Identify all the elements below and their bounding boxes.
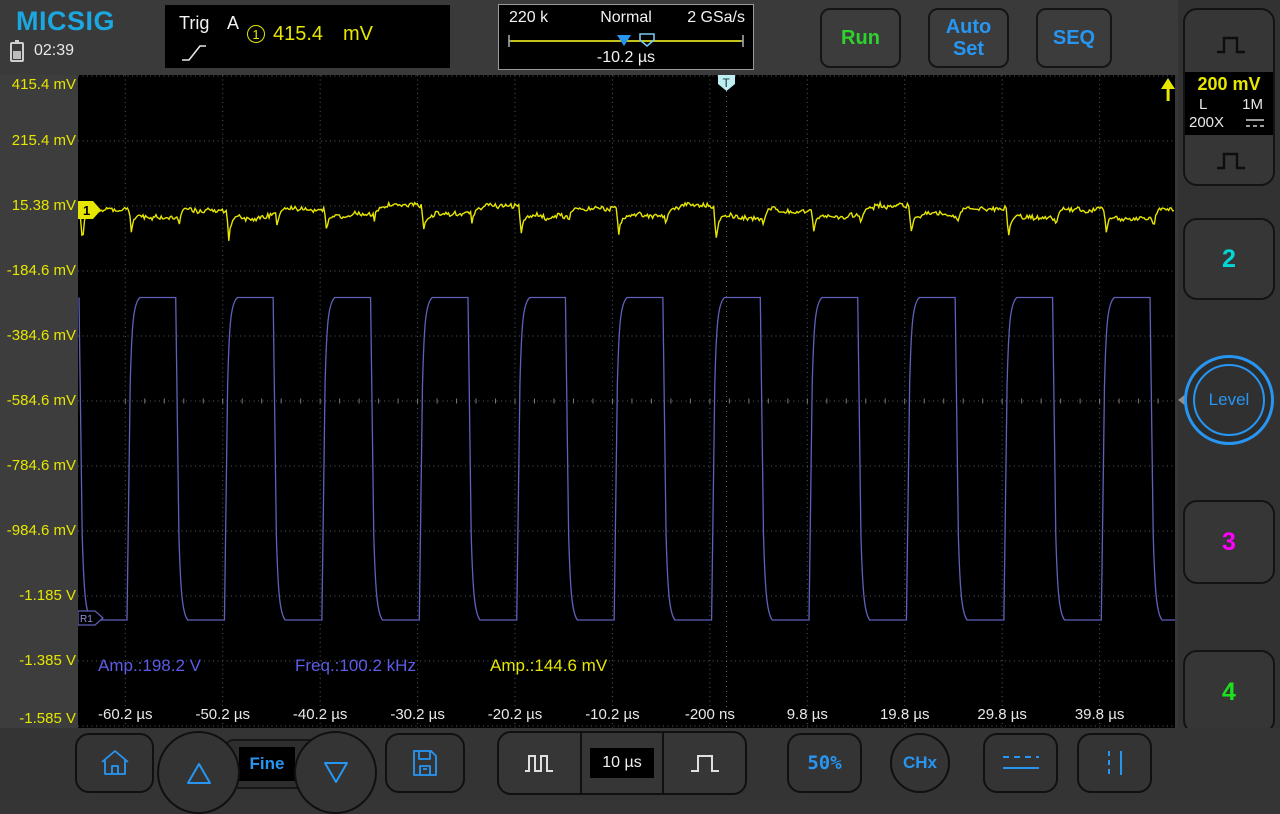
fine-mode-label[interactable]: Fine [239,747,295,781]
voltage-tick-label: -184.6 mV [6,262,76,279]
time-tick-label: -10.2 µs [585,706,640,723]
ref1-position-marker[interactable]: R1 [78,610,104,626]
voltage-tick-label: -984.6 mV [6,522,76,539]
trigger-time-marker[interactable]: T [718,75,735,91]
trigger-level: 415.4 [273,23,324,45]
voltage-tick-label: -1.185 V [19,587,76,604]
home-icon [100,750,129,775]
time-tick-label: -60.2 µs [98,706,153,723]
trigger-label: Trig [179,13,210,33]
home-button[interactable] [75,733,154,793]
triangle-up-icon [186,762,211,784]
time-tick-label: 9.8 µs [786,706,828,723]
voltage-tick-label: 15.38 mV [11,197,76,214]
pulse-icon [1217,36,1245,54]
waveform-canvas: 1 R1 T [78,75,1175,728]
channel2-button[interactable]: 2 [1183,218,1275,300]
voltage-tick-label: -784.6 mV [6,457,76,474]
fifty-percent-button[interactable]: 50% [787,733,862,793]
zoom-in-button[interactable] [662,733,745,793]
vertical-cursor-icon [1107,751,1122,775]
save-button[interactable] [385,733,465,793]
time-tick-label: 39.8 µs [1074,706,1125,723]
timebase-group: 10 µs [497,731,747,795]
horizontal-cursor-button[interactable] [983,733,1058,793]
channel1-probe-factor: 200X [1189,114,1225,131]
channel1-info-box[interactable]: 200 mV L 1M 200X [1185,72,1273,135]
sequence-button[interactable]: SEQ [1036,8,1112,68]
battery-icon [10,40,24,62]
bottom-toolbar: Fine 10 µs 50% CHx [0,728,1280,814]
voltage-tick-label: -1.585 V [19,710,76,727]
trigger-level-arrow-icon [1161,78,1175,101]
channel1-coupling: L [1199,96,1208,113]
channel-select-button[interactable]: CHx [890,733,950,793]
time-tick-label: 19.8 µs [879,706,930,723]
vertical-cursor-button[interactable] [1077,733,1152,793]
voltage-tick-label: 415.4 mV [11,76,76,93]
svg-text:R1: R1 [80,614,93,625]
top-bar: MICSIG 02:39 Trig A 1 415.4 mV 220 k Nor… [0,0,1280,75]
trigger-position-marker [639,33,655,48]
svg-text:1: 1 [83,203,90,218]
waveform-display[interactable]: 1 R1 T -60.2 µs -50.2 µs -40.2 µs -30.2 µs -20… [78,75,1175,728]
timebase-value[interactable]: 10 µs [579,733,663,793]
oscilloscope-screen: MICSIG 02:39 Trig A 1 415.4 mV 220 k Nor… [0,0,1280,814]
channel3-button[interactable]: 3 [1183,500,1275,584]
time-tick-label: 29.8 µs [977,706,1027,723]
decrease-button[interactable] [294,731,377,814]
double-pulse-icon [525,755,554,772]
channel1-scale: 200 mV [1197,74,1261,94]
channel1-impedance: 1M [1242,96,1263,113]
level-knob[interactable]: Level [1184,355,1274,445]
clock: 02:39 [34,42,75,59]
time-tick-label: -40.2 µs [292,706,348,723]
voltage-tick-label: 215.4 mV [11,132,76,149]
time-tick-label: -200 ns [684,706,735,723]
voltage-tick-label: -384.6 mV [6,327,76,344]
measurement-readout: Freq.:100.2 kHz [295,656,416,675]
trigger-level-unit: mV [343,23,373,45]
rising-edge-icon [182,45,206,61]
single-pulse-icon [690,755,719,772]
svg-text:T: T [723,76,731,90]
triangle-down-icon [323,761,348,783]
channel4-button[interactable]: 4 [1183,650,1275,734]
save-icon [413,750,437,776]
time-tick-label: -30.2 µs [390,706,445,723]
acquisition-status-box[interactable]: 220 k Normal 2 GSa/s -10.2 µs [498,4,754,70]
trigger-source-icon: 1 [247,25,265,43]
time-tick-label: -20.2 µs [487,706,543,723]
level-knob-label: Level [1193,364,1265,436]
measurement-readout: Amp.:198.2 V [98,656,202,675]
trigger-delay: -10.2 µs [596,49,656,66]
measurement-readout: Amp.:144.6 mV [490,656,608,675]
run-stop-button[interactable]: Run [820,8,901,68]
autoset-button[interactable]: Auto Set [928,8,1009,68]
timebase-window-indicator [508,33,744,48]
pulse-icon [1217,152,1245,170]
trigger-status-box[interactable]: Trig A 1 415.4 mV [165,5,450,68]
voltage-axis: 415.4 mV 215.4 mV 15.38 mV -184.6 mV -384.6 … [0,75,78,728]
brand-logo: MICSIG [16,6,116,36]
voltage-tick-label: -1.385 V [19,652,76,669]
increase-button[interactable] [157,731,240,814]
dc-coupling-icon [1246,119,1264,127]
sample-rate: 2 GSa/s [687,9,745,26]
time-tick-label: -50.2 µs [195,706,250,723]
voltage-tick-label: -584.6 mV [6,392,76,409]
zoom-out-button[interactable] [499,733,580,793]
horizontal-cursor-icon [1002,756,1039,769]
trigger-mode: A [227,13,240,33]
channel1-position-marker[interactable]: 1 [78,201,101,219]
